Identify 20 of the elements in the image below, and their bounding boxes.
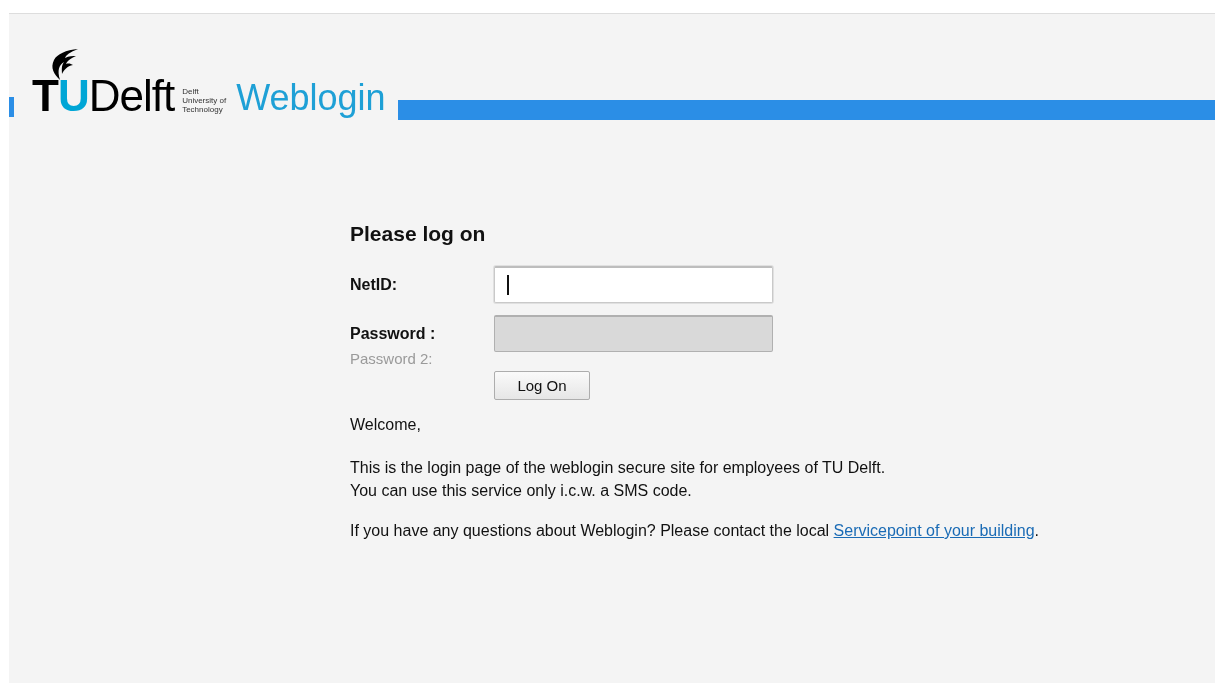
university-name-line: Delft [182, 87, 200, 96]
input-field[interactable] [494, 266, 773, 303]
form-title: Please log on [350, 222, 487, 246]
header-bar-edge [9, 97, 14, 117]
greeting-text: Welcome, [350, 416, 422, 434]
info-text: This is the login page of the weblogin secure site for employees of TU Delft. [350, 458, 887, 478]
log-on-button[interactable]: Log On [494, 371, 590, 400]
contact-text: If you have any questions about Weblogin? Please contact the local [350, 522, 830, 539]
contact-text-end: . [1034, 522, 1040, 539]
info-text: You can use this service only i.c.w. a SMS code. [350, 481, 693, 501]
logo-letter: Delft [88, 74, 175, 118]
servicepoint-link[interactable]: Servicepoint of your building [833, 522, 1035, 539]
app-title: Weblogin [236, 78, 386, 118]
university-name-line: University of [182, 96, 227, 105]
logo-letter: U [57, 74, 89, 118]
field-label: NetID: [350, 275, 399, 294]
logo-letter: T [32, 74, 58, 118]
university-name-line: Technology [182, 105, 224, 114]
field-label: Password : [350, 324, 437, 343]
field-label: Password 2: [350, 350, 434, 367]
